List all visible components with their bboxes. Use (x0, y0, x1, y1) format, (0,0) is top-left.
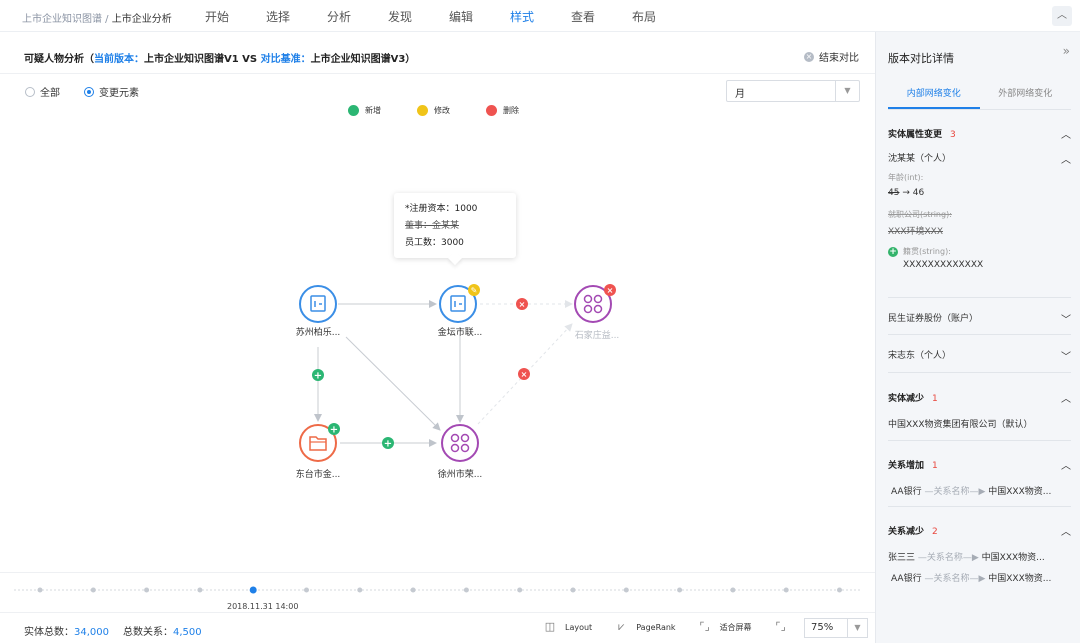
svg-text:×: × (521, 370, 528, 379)
edge-deleted-badge-1: × (516, 298, 528, 310)
menu-view[interactable]: 查看 (571, 8, 632, 25)
compare-detail-panel: 版本对比详情 » 内部网络变化 外部网络变化 实体属性变更 3 ︿ 沈某某（个人） ︿… (875, 32, 1080, 643)
graph-tools: ◫ Layout ⩗ PageRank ⌜⌟ 适合屏幕 ⌜⌟ (543, 621, 818, 633)
timeline-dot[interactable] (197, 587, 203, 593)
timeline-dot[interactable] (570, 587, 576, 593)
menu-select[interactable]: 选择 (266, 8, 327, 25)
node-jintan: ✎ (439, 284, 480, 323)
edge-added-badge-2: + (382, 437, 394, 450)
chevron-up-icon: ︿ (1061, 527, 1071, 538)
attr-detail-person1: 年龄(int): 45 → 46 就职公司(string): XXX环境XXX … (888, 173, 984, 270)
section-entity-decrease[interactable]: 实体减少 1 ︿ 中国XXX物资集团有限公司（默认） (888, 390, 1071, 430)
node-dongtai: + (299, 423, 340, 462)
layout-button[interactable]: ◫ Layout (543, 621, 592, 633)
tab-internal[interactable]: 内部网络变化 (888, 86, 980, 109)
section-relation-increase[interactable]: 关系增加 1 ︿ AA银行 —关系名称—▶ 中国XXX物资... (888, 457, 1071, 497)
breadcrumb-root[interactable]: 上市企业知识图谱 / (22, 14, 112, 25)
breadcrumb: 上市企业知识图谱 / 上市企业分析 (22, 10, 172, 25)
section-relation-decrease[interactable]: 关系减少 2 ︿ 张三三 —关系名称—▶ 中国XXX物资... AA银行 —关系名称… (888, 523, 1071, 584)
menu-start[interactable]: 开始 (205, 8, 266, 25)
timeline-dot[interactable] (677, 587, 683, 593)
plus-icon: + (888, 247, 898, 257)
svg-text:+: + (314, 371, 322, 382)
timeline-dot[interactable] (304, 587, 309, 593)
relation-total: 4,500 (173, 627, 202, 638)
node-label-jintan: 金坛市联... (437, 328, 483, 338)
menu-style[interactable]: 样式 (510, 8, 571, 25)
chevron-up-icon: ︿ (1061, 130, 1071, 141)
timeline-dot[interactable] (730, 587, 736, 593)
fit-screen-icon: ⌜⌟ (699, 620, 710, 633)
timeline-dot-active[interactable] (249, 586, 257, 594)
chevron-down-icon: ﹀ (1061, 352, 1071, 363)
node-shijiazhuang: × (574, 284, 616, 323)
node-xuzhou (441, 424, 479, 462)
node-label-suzhou: 苏州柏乐... (295, 328, 341, 338)
svg-text:×: × (607, 286, 614, 295)
chevron-down-icon: ﹀ (1061, 315, 1071, 326)
svg-text:+: + (330, 425, 338, 436)
menu-edit[interactable]: 编辑 (449, 8, 510, 25)
chevron-up-icon: ︿ (1061, 394, 1071, 405)
timeline-date: 2018.11.31 14:00 (227, 602, 299, 611)
panel-tabs: 内部网络变化 外部网络变化 (888, 86, 1071, 110)
menu-analyze[interactable]: 分析 (327, 8, 388, 25)
timeline-dot[interactable] (463, 587, 469, 593)
status-footer: 实体总数：34,000 总数关系：4,500 ◫ Layout ⩗ PageRank … (0, 612, 875, 643)
svg-text:+: + (384, 439, 392, 450)
timeline-dot[interactable] (410, 587, 416, 593)
tab-external[interactable]: 外部网络变化 (980, 86, 1072, 109)
attr-item-minsheng[interactable]: 民生证券股份（账户） ﹀ (888, 311, 1071, 326)
attr-item-songzhidong[interactable]: 宋志东（个人） ﹀ (888, 348, 1071, 363)
attr-item-person1[interactable]: 沈某某（个人） ︿ (888, 151, 1071, 166)
node-tooltip: *注册资本：1000 董事：金某某 员工数：3000 (394, 193, 516, 258)
menu-layout[interactable]: 布局 (632, 8, 693, 25)
chevron-up-icon: ︿ (1061, 155, 1071, 166)
timeline-dot[interactable] (837, 587, 842, 593)
graph-stats: 实体总数：34,000 总数关系：4,500 (24, 627, 202, 638)
center-icon: ⌜⌟ (775, 620, 786, 633)
menu-discover[interactable]: 发现 (388, 8, 449, 25)
pagerank-icon: ⩗ (618, 620, 625, 633)
chevron-up-icon[interactable]: ︿ (1052, 6, 1072, 26)
node-suzhou (299, 285, 337, 323)
double-chevron-right-icon[interactable]: » (1063, 44, 1070, 58)
timeline-dot[interactable] (357, 587, 363, 593)
top-bar: 上市企业知识图谱 / 上市企业分析 开始 选择 分析 发现 编辑 样式 查看 布… (0, 0, 1080, 32)
layout-icon: ◫ (544, 620, 556, 633)
center-button[interactable]: ⌜⌟ (774, 621, 796, 633)
pagerank-button[interactable]: ⩗ PageRank (614, 621, 675, 633)
timeline-dot[interactable] (144, 587, 150, 593)
timeline-dot[interactable] (37, 587, 43, 593)
main-menu: 开始 选择 分析 发现 编辑 样式 查看 布局 (205, 8, 693, 25)
timeline-dot[interactable] (623, 587, 629, 593)
chevron-down-icon: ▼ (847, 619, 867, 637)
graph-area: 可疑人物分析（当前版本：上市企业知识图谱V1 VS 对比基准：上市企业知识图谱V… (0, 32, 875, 643)
node-label-shijiazhuang: 石家庄益... (574, 331, 620, 341)
timeline-dot[interactable] (517, 587, 523, 593)
timeline-track[interactable] (0, 573, 875, 601)
graph-canvas[interactable]: + + × × ✎ × + (0, 32, 875, 572)
section-attr-change[interactable]: 实体属性变更 3 ︿ (888, 126, 1071, 141)
svg-text:✎: ✎ (471, 286, 478, 295)
fit-screen-button[interactable]: ⌜⌟ 适合屏幕 (698, 620, 751, 633)
node-label-xuzhou: 徐州市荣... (437, 470, 483, 480)
edge-added-badge-1: + (312, 369, 324, 382)
timeline-dot[interactable] (783, 587, 789, 593)
svg-text:×: × (519, 300, 526, 309)
timeline-dot[interactable] (90, 587, 96, 593)
edge-suzhou-xuzhou (345, 336, 441, 431)
chevron-up-icon: ︿ (1061, 461, 1071, 472)
edge-deleted-badge-2: × (518, 368, 530, 380)
panel-title: 版本对比详情 (888, 52, 954, 65)
breadcrumb-current: 上市企业分析 (111, 14, 172, 25)
zoom-select[interactable]: 75% ▼ (804, 618, 868, 638)
entity-total: 34,000 (74, 627, 109, 638)
node-label-dongtai: 东台市金... (295, 470, 341, 480)
timeline[interactable]: 2018.11.31 14:00 (0, 572, 875, 612)
